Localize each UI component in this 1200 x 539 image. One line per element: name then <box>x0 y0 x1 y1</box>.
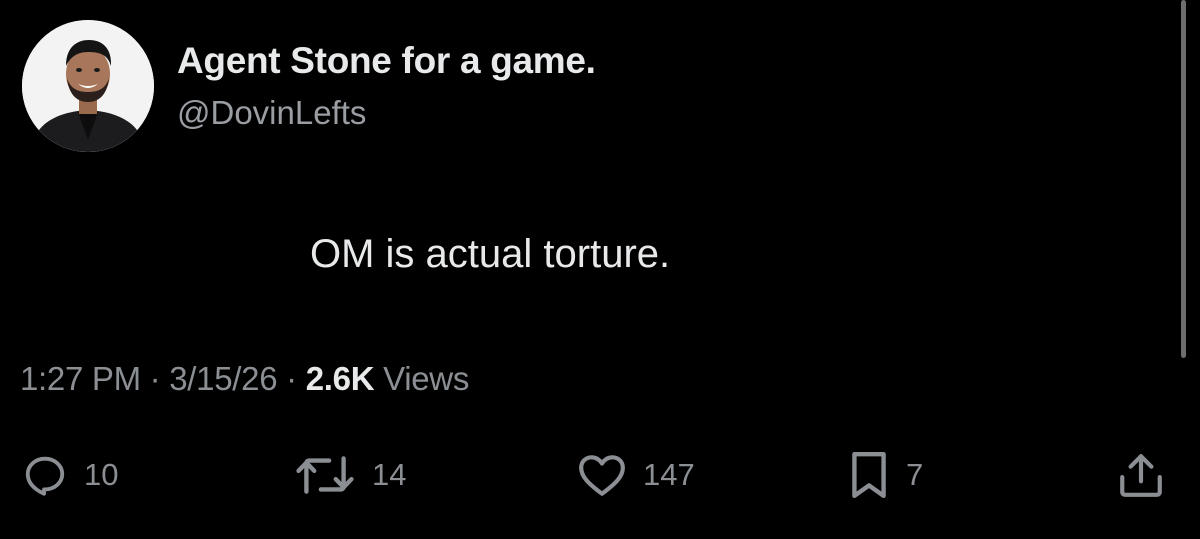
meta-separator: · <box>286 360 297 397</box>
reply-icon <box>25 456 65 496</box>
reply-count: 10 <box>84 457 119 492</box>
display-name[interactable]: Agent Stone for a game. <box>177 40 596 82</box>
repost-count: 14 <box>372 457 407 492</box>
avatar-image <box>22 20 154 152</box>
scrollbar[interactable] <box>1181 0 1186 358</box>
repost-icon <box>296 456 354 494</box>
views-label: Views <box>383 360 470 397</box>
tweet-text: OM is actual torture. <box>310 232 671 276</box>
bookmark-count: 7 <box>906 457 924 492</box>
tweet: Agent Stone for a game. @DovinLefts OM i… <box>0 0 1200 539</box>
views-count: 2.6K <box>305 360 375 397</box>
avatar[interactable] <box>22 20 154 152</box>
tweet-metadata: 1:27 PM · 3/15/26 · 2.6K Views <box>20 360 469 398</box>
meta-separator: · <box>149 360 161 397</box>
share-icon <box>1120 454 1162 497</box>
heart-icon <box>579 455 625 496</box>
tweet-time[interactable]: 1:27 PM <box>20 360 141 397</box>
bookmark-button[interactable]: 7 <box>848 450 923 500</box>
repost-button[interactable]: 14 <box>294 450 406 500</box>
share-button[interactable] <box>1116 450 1166 500</box>
reply-button[interactable]: 10 <box>22 450 118 500</box>
like-count: 147 <box>643 457 695 492</box>
like-button[interactable]: 147 <box>577 450 695 500</box>
user-handle[interactable]: @DovinLefts <box>177 94 366 132</box>
tweet-date[interactable]: 3/15/26 <box>169 360 277 397</box>
bookmark-icon <box>852 451 886 499</box>
